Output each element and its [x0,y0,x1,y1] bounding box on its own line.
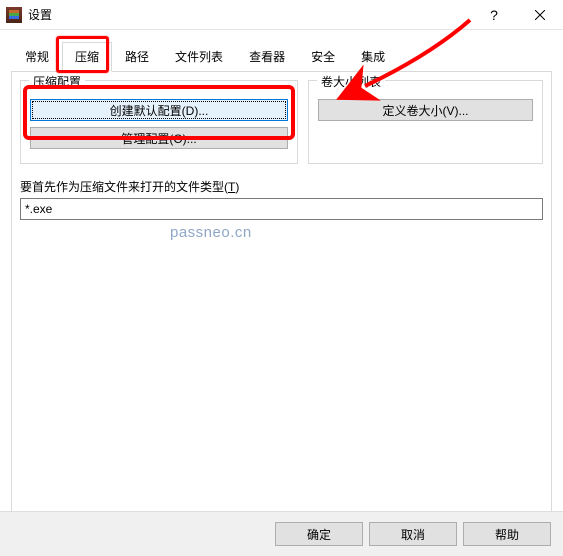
tab-security[interactable]: 安全 [298,42,348,71]
cancel-button[interactable]: 取消 [369,522,457,546]
watermark-text: passneo.cn [170,224,252,241]
window-title: 设置 [28,6,52,23]
group-volume-list: 卷大小列表 定义卷大小(V)... [308,80,543,164]
group-compress-config: 压缩配置 创建默认配置(D)... 管理配置(O)... [20,80,298,164]
group-compress-title: 压缩配置 [29,73,85,90]
winrar-icon [6,7,22,23]
create-default-config-button[interactable]: 创建默认配置(D)... [30,99,288,121]
tab-viewer[interactable]: 查看器 [236,42,298,71]
group-volume-title: 卷大小列表 [317,73,385,90]
help-dialog-button[interactable]: 帮助 [463,522,551,546]
filetype-label: 要首先作为压缩文件来打开的文件类型(T) [20,178,543,195]
ok-button[interactable]: 确定 [275,522,363,546]
tab-path[interactable]: 路径 [112,42,162,71]
manage-config-button[interactable]: 管理配置(O)... [30,127,288,149]
tab-general[interactable]: 常规 [12,42,62,71]
define-volume-button[interactable]: 定义卷大小(V)... [318,99,533,121]
close-button[interactable] [517,0,563,30]
tab-page-compress: 压缩配置 创建默认配置(D)... 管理配置(O)... 卷大小列表 定义卷大小… [11,71,552,513]
tab-integrate[interactable]: 集成 [348,42,398,71]
close-icon [535,10,545,20]
filetype-input[interactable] [20,198,543,220]
tab-compress[interactable]: 压缩 [62,42,112,72]
tab-filelist[interactable]: 文件列表 [162,42,236,71]
help-button[interactable]: ? [471,0,517,30]
title-bar: 设置 ? [0,0,563,30]
dialog-button-bar: 确定 取消 帮助 [0,511,563,556]
tabs: 常规 压缩 路径 文件列表 查看器 安全 集成 [0,42,563,71]
